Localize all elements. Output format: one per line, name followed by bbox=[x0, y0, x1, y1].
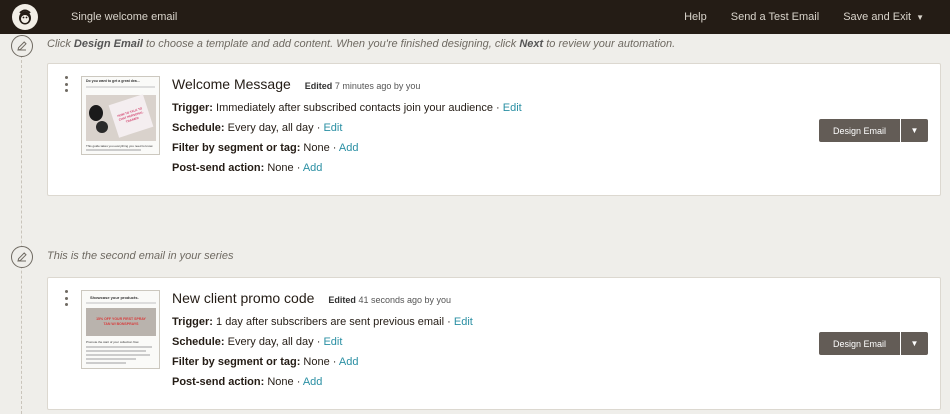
trigger-row: Trigger: Immediately after subscribed co… bbox=[172, 98, 522, 118]
schedule-value: Every day, all day bbox=[227, 336, 314, 348]
instruction-text: Click bbox=[47, 38, 74, 50]
pencil-icon bbox=[11, 246, 33, 268]
design-email-button-group: Design Email ▼ bbox=[819, 332, 928, 355]
mailchimp-logo-icon[interactable] bbox=[12, 4, 38, 30]
add-filter-link[interactable]: Add bbox=[339, 142, 359, 154]
chevron-down-icon[interactable]: ▼ bbox=[901, 119, 928, 142]
edit-trigger-link[interactable]: Edit bbox=[454, 316, 473, 328]
edited-time: 41 seconds ago by you bbox=[358, 295, 452, 305]
app-title: Single welcome email bbox=[71, 11, 178, 23]
edit-schedule-link[interactable]: Edit bbox=[323, 336, 342, 348]
separator: · bbox=[293, 162, 303, 174]
chevron-down-icon[interactable]: ▼ bbox=[901, 332, 928, 355]
send-test-email-link[interactable]: Send a Test Email bbox=[731, 11, 819, 23]
email-info: New client promo code Edited 41 seconds … bbox=[172, 290, 473, 392]
trigger-label: Trigger: bbox=[172, 102, 213, 114]
chevron-down-icon: ▼ bbox=[916, 12, 924, 22]
edited-label: Edited bbox=[304, 81, 333, 91]
edit-schedule-link[interactable]: Edit bbox=[323, 122, 342, 134]
timeline-line bbox=[21, 50, 22, 414]
add-post-send-link[interactable]: Add bbox=[303, 162, 323, 174]
separator: · bbox=[493, 102, 503, 114]
post-send-value: None bbox=[267, 162, 294, 174]
email-card: Showcase your products. 15% OFF YOUR FIR… bbox=[47, 277, 941, 410]
schedule-row: Schedule: Every day, all day · Edit bbox=[172, 118, 522, 138]
schedule-value: Every day, all day bbox=[227, 122, 314, 134]
kebab-menu-icon[interactable] bbox=[63, 76, 69, 92]
filter-row: Filter by segment or tag: None · Add bbox=[172, 352, 473, 372]
separator: · bbox=[329, 142, 339, 154]
thumb-headline: Do you want to get a great dea... bbox=[86, 79, 140, 83]
thumb-footer: This guide takes you everything you need… bbox=[86, 144, 153, 148]
pencil-icon bbox=[11, 35, 33, 57]
schedule-label: Schedule: bbox=[172, 122, 225, 134]
step-instructions: Click Design Email to choose a template … bbox=[47, 38, 675, 50]
instruction-text: to review your automation. bbox=[543, 38, 676, 50]
instruction-emphasis: Design Email bbox=[73, 38, 143, 50]
filter-label: Filter by segment or tag: bbox=[172, 142, 301, 154]
thumb-footer: Promote the start of your collection flo… bbox=[86, 340, 139, 344]
separator: · bbox=[293, 376, 303, 388]
separator: · bbox=[329, 356, 339, 368]
edited-time: 7 minutes ago by you bbox=[334, 81, 421, 91]
top-bar: Single welcome email Help Send a Test Em… bbox=[0, 0, 950, 34]
edited-status: Edited 7 minutes ago by you bbox=[305, 81, 421, 91]
design-email-button[interactable]: Design Email bbox=[819, 119, 900, 142]
edited-status: Edited 41 seconds ago by you bbox=[328, 295, 451, 305]
thumb-promo: 15% OFF YOUR FIRST SPRAY TAN W/ BONSPRAY… bbox=[96, 317, 146, 326]
post-send-row: Post-send action: None · Add bbox=[172, 372, 473, 392]
thumb-image: HOW TO TALK TO CHAT PERSONAL TRAINER bbox=[86, 94, 156, 141]
trigger-row: Trigger: 1 day after subscribers are sen… bbox=[172, 312, 473, 332]
filter-row: Filter by segment or tag: None · Add bbox=[172, 138, 522, 158]
help-link[interactable]: Help bbox=[684, 11, 707, 23]
thumb-banner: 15% OFF YOUR FIRST SPRAY TAN W/ BONSPRAY… bbox=[86, 308, 156, 336]
thumb-promo: HOW TO TALK TO CHAT PERSONAL TRAINER bbox=[116, 106, 144, 124]
design-email-button-group: Design Email ▼ bbox=[819, 119, 928, 142]
email-title[interactable]: Welcome Message bbox=[172, 76, 291, 92]
post-send-row: Post-send action: None · Add bbox=[172, 158, 522, 178]
separator: · bbox=[313, 336, 324, 348]
step-description: This is the second email in your series bbox=[47, 250, 234, 262]
schedule-label: Schedule: bbox=[172, 336, 225, 348]
instruction-emphasis: Next bbox=[519, 38, 544, 50]
top-actions: Help Send a Test Email Save and Exit ▼ bbox=[684, 11, 950, 23]
email-card: Do you want to get a great dea... HOW TO… bbox=[47, 63, 941, 196]
separator: · bbox=[313, 122, 324, 134]
edit-trigger-link[interactable]: Edit bbox=[503, 102, 522, 114]
email-thumbnail[interactable]: Showcase your products. 15% OFF YOUR FIR… bbox=[81, 290, 160, 369]
trigger-label: Trigger: bbox=[172, 316, 213, 328]
add-post-send-link[interactable]: Add bbox=[303, 376, 323, 388]
filter-label: Filter by segment or tag: bbox=[172, 356, 301, 368]
email-title[interactable]: New client promo code bbox=[172, 290, 314, 306]
save-and-exit-label: Save and Exit bbox=[843, 11, 912, 23]
email-thumbnail[interactable]: Do you want to get a great dea... HOW TO… bbox=[81, 76, 160, 155]
schedule-row: Schedule: Every day, all day · Edit bbox=[172, 332, 473, 352]
post-send-value: None bbox=[267, 376, 294, 388]
post-send-label: Post-send action: bbox=[172, 162, 265, 174]
add-filter-link[interactable]: Add bbox=[339, 356, 359, 368]
trigger-value: 1 day after subscribers are sent previou… bbox=[216, 316, 445, 328]
design-email-button[interactable]: Design Email bbox=[819, 332, 900, 355]
instruction-text: to choose a template and add content. Wh… bbox=[142, 38, 520, 50]
email-info: Welcome Message Edited 7 minutes ago by … bbox=[172, 76, 522, 178]
filter-value: None bbox=[303, 356, 330, 368]
save-and-exit-menu[interactable]: Save and Exit ▼ bbox=[843, 11, 924, 23]
separator: · bbox=[444, 316, 454, 328]
filter-value: None bbox=[303, 142, 330, 154]
kebab-menu-icon[interactable] bbox=[63, 290, 69, 306]
trigger-value: Immediately after subscribed contacts jo… bbox=[216, 102, 493, 114]
thumb-headline: Showcase your products. bbox=[90, 295, 139, 300]
edited-label: Edited bbox=[328, 295, 356, 305]
post-send-label: Post-send action: bbox=[172, 376, 265, 388]
